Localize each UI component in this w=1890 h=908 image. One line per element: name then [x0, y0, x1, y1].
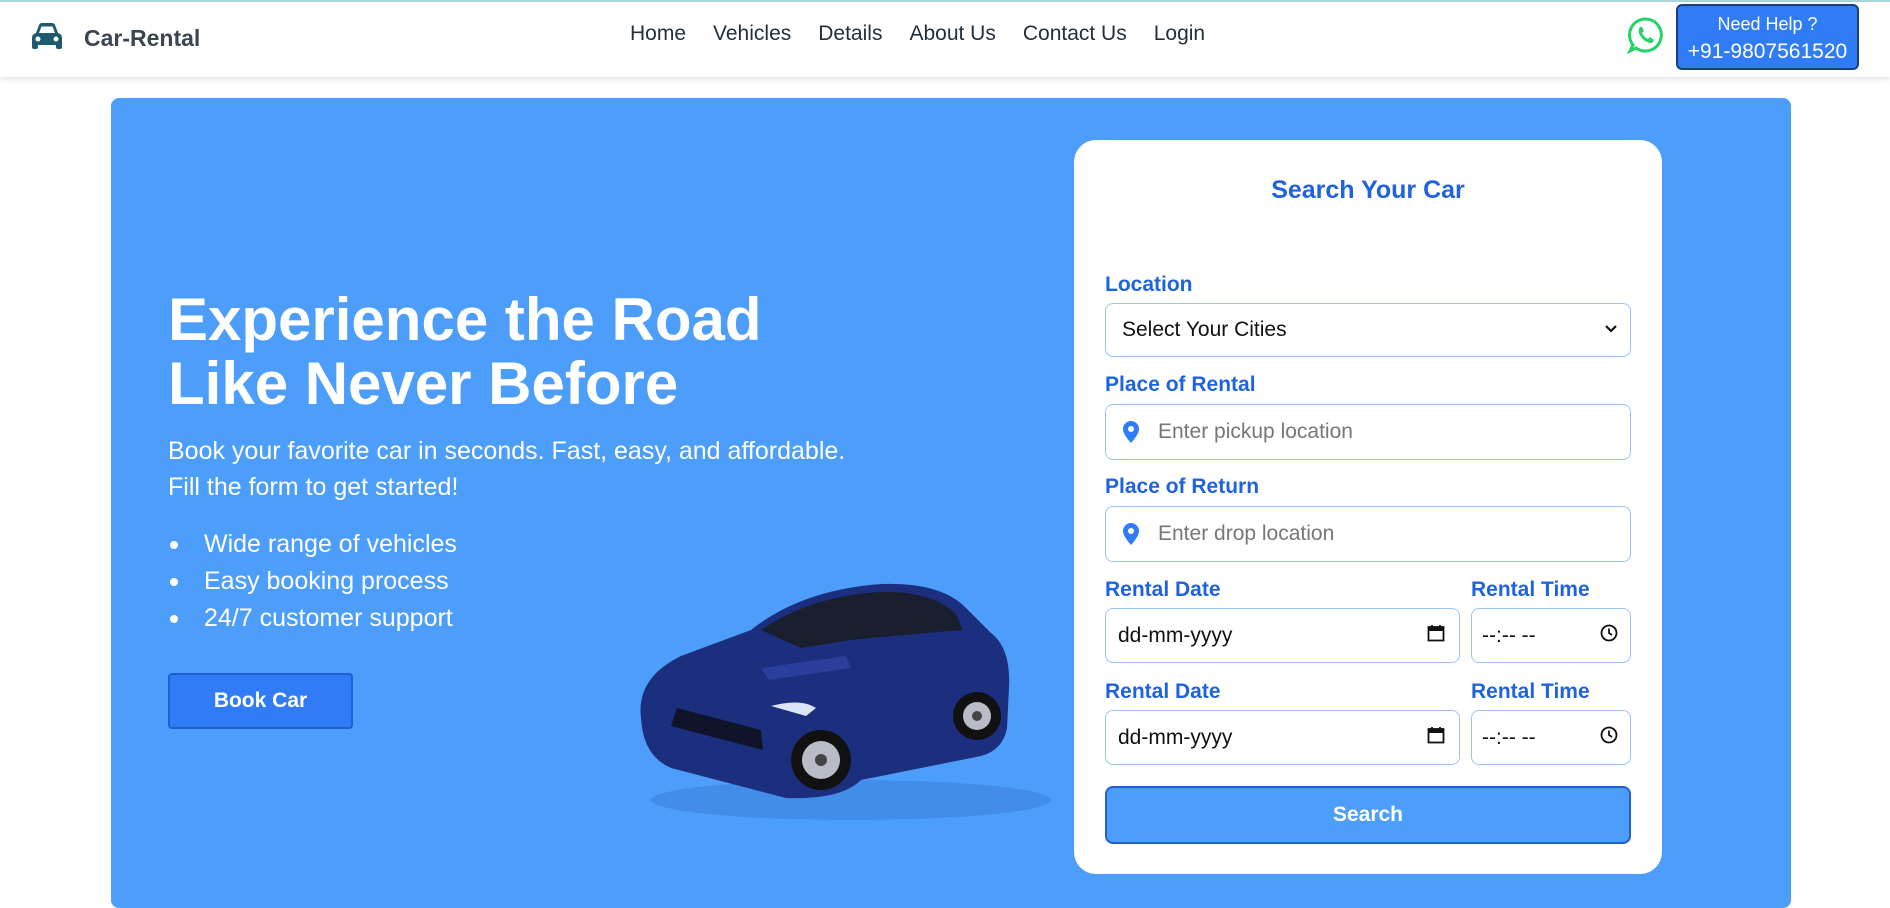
feature-item: Wide range of vehicles — [168, 526, 457, 563]
feature-item: Easy booking process — [168, 563, 457, 600]
search-card: Search Your Car Location Select Your Cit… — [1074, 140, 1662, 874]
search-card-title: Search Your Car — [1271, 176, 1465, 204]
search-button[interactable]: Search — [1105, 786, 1631, 844]
book-car-button[interactable]: Book Car — [168, 673, 353, 729]
help-phone: +91-9807561520 — [1687, 40, 1848, 63]
nav-menu: Home Vehicles Details About Us Contact U… — [630, 22, 1232, 46]
hero-section: Experience the Road Like Never Before Bo… — [111, 98, 1791, 908]
location-pin-icon — [1123, 523, 1139, 545]
return-date-input[interactable]: dd-mm-yyyy — [1105, 710, 1460, 765]
nav-login[interactable]: Login — [1154, 22, 1205, 46]
return-time-label: Rental Time — [1471, 680, 1590, 703]
location-selected-value: Select Your Cities — [1122, 318, 1287, 341]
hero-headline-line1: Experience the Road — [168, 286, 762, 353]
nav-vehicles[interactable]: Vehicles — [713, 22, 791, 46]
drop-location-input[interactable]: Enter drop location — [1105, 506, 1631, 562]
rental-place-label: Place of Rental — [1105, 373, 1256, 396]
drop-location-placeholder: Enter drop location — [1158, 522, 1335, 545]
hero-subtitle-line2: Fill the form to get started! — [168, 473, 459, 501]
return-date-value: dd-mm-yyyy — [1118, 725, 1233, 749]
location-select[interactable]: Select Your Cities — [1105, 303, 1631, 357]
pickup-location-placeholder: Enter pickup location — [1158, 420, 1353, 443]
pickup-location-input[interactable]: Enter pickup location — [1105, 404, 1631, 460]
rental-time-value: --:-- -- — [1482, 623, 1536, 647]
car-icon — [30, 20, 64, 57]
return-place-label: Place of Return — [1105, 475, 1260, 498]
return-date-label: Rental Date — [1105, 680, 1221, 703]
location-pin-icon — [1123, 421, 1139, 443]
hero-subtitle-line1: Book your favorite car in seconds. Fast,… — [168, 437, 846, 465]
hero-headline: Experience the Road Like Never Before — [168, 288, 868, 416]
feature-list: Wide range of vehicles Easy booking proc… — [168, 526, 457, 637]
calendar-icon[interactable] — [1427, 624, 1445, 647]
navbar: Car-Rental Home Vehicles Details About U… — [0, 0, 1890, 77]
return-time-value: --:-- -- — [1482, 725, 1536, 749]
whatsapp-icon[interactable] — [1626, 16, 1665, 55]
nav-about-us[interactable]: About Us — [909, 22, 995, 46]
rental-time-label: Rental Time — [1471, 578, 1590, 601]
brand[interactable]: Car-Rental — [30, 20, 200, 57]
nav-contact-us[interactable]: Contact Us — [1023, 22, 1127, 46]
calendar-icon[interactable] — [1427, 726, 1445, 749]
nav-home[interactable]: Home — [630, 22, 686, 46]
location-label: Location — [1105, 273, 1193, 296]
feature-item: 24/7 customer support — [168, 600, 457, 637]
hero-subtitle: Book your favorite car in seconds. Fast,… — [168, 433, 908, 505]
rental-date-input[interactable]: dd-mm-yyyy — [1105, 608, 1460, 663]
hero-headline-line2: Like Never Before — [168, 350, 679, 417]
need-help-title: Need Help ? — [1717, 14, 1818, 34]
rental-time-input[interactable]: --:-- -- — [1471, 608, 1631, 663]
car-image — [640, 583, 1051, 820]
rental-date-value: dd-mm-yyyy — [1118, 623, 1233, 647]
rental-date-label: Rental Date — [1105, 578, 1221, 601]
chevron-down-icon — [1604, 321, 1618, 339]
return-time-input[interactable]: --:-- -- — [1471, 710, 1631, 765]
nav-details[interactable]: Details — [818, 22, 882, 46]
clock-icon[interactable] — [1600, 624, 1618, 647]
brand-name: Car-Rental — [84, 25, 201, 51]
need-help-button[interactable]: Need Help ? +91-9807561520 — [1676, 4, 1859, 70]
clock-icon[interactable] — [1600, 726, 1618, 749]
